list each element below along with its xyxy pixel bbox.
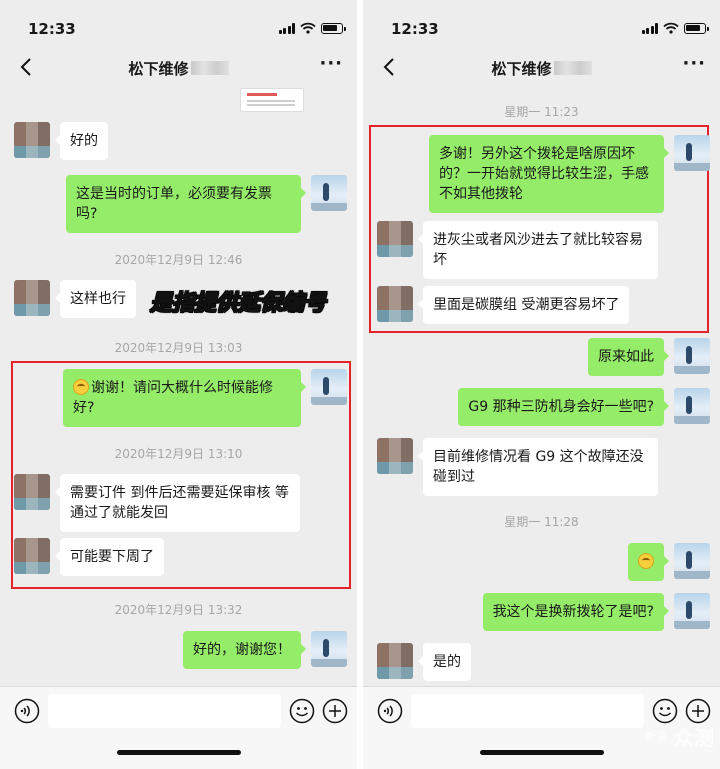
- emoji-icon[interactable]: [289, 698, 315, 724]
- message-self: 我这个是换新拨轮了是吧?: [482, 593, 710, 631]
- wifi-icon: [663, 22, 679, 34]
- message-bubble[interactable]: [628, 543, 669, 581]
- avatar[interactable]: [311, 369, 347, 405]
- annotation-text: 是指提供延保编号: [149, 291, 327, 317]
- chat-screen-left: 12:33 松下维修 ··· 好的 这是当时的订单，必须要有发票吗? 2020年…: [0, 0, 357, 769]
- message-peer: 进灰尘或者风沙进去了就比较容易坏: [377, 221, 658, 279]
- signal-icon: [278, 22, 295, 34]
- watermark-logo: 新浪: [645, 729, 667, 743]
- message-self: G9 那种三防机身会好一些吧?: [458, 388, 710, 426]
- message-bubble[interactable]: 好的，谢谢您！: [183, 631, 306, 669]
- blurred-name: [553, 61, 592, 75]
- message-peer: 里面是碳膜组 受潮更容易坏了: [377, 286, 630, 324]
- avatar[interactable]: [377, 286, 413, 322]
- message-self: [628, 543, 710, 581]
- smile-emoji-icon: [73, 379, 89, 395]
- chat-title: 松下维修: [0, 58, 357, 79]
- watermark-text: 众测: [674, 726, 714, 750]
- message-bubble[interactable]: 多谢！另外这个拨轮是啥原因坏的？一开始就觉得比较生涩，手感不如其他拨轮: [429, 135, 669, 213]
- message-bubble[interactable]: G9 那种三防机身会好一些吧?: [458, 388, 669, 426]
- watermark: 新浪 众测: [644, 722, 714, 751]
- order-image-thumbnail[interactable]: [240, 88, 304, 112]
- home-indicator: [116, 750, 241, 755]
- avatar[interactable]: [674, 338, 710, 374]
- input-bar: [0, 686, 357, 769]
- message-bubble[interactable]: 我这个是换新拨轮了是吧?: [482, 593, 670, 631]
- message-bubble[interactable]: 谢谢！请问大概什么时候能修好?: [63, 369, 306, 427]
- message-input[interactable]: [48, 694, 281, 728]
- avatar[interactable]: [14, 122, 50, 158]
- status-time: 12:33: [391, 20, 439, 38]
- avatar[interactable]: [14, 280, 50, 316]
- message-peer: 这样也行: [14, 280, 136, 318]
- chat-title: 松下维修: [363, 58, 720, 79]
- message-bubble[interactable]: 原来如此: [588, 338, 669, 376]
- timestamp: 2020年12月9日 13:32: [114, 603, 243, 617]
- message-self: 原来如此: [588, 338, 710, 376]
- avatar[interactable]: [674, 135, 710, 171]
- timestamp: 星期一 11:23: [504, 105, 579, 119]
- message-self: 好的，谢谢您！: [183, 631, 347, 669]
- avatar[interactable]: [14, 538, 50, 574]
- nav-bar: 松下维修 ···: [0, 44, 357, 90]
- voice-icon[interactable]: [377, 698, 403, 724]
- avatar[interactable]: [311, 631, 347, 667]
- status-bar: 12:33: [0, 0, 357, 44]
- message-bubble[interactable]: 是的: [418, 643, 471, 681]
- message-peer: 可能要下周了: [14, 538, 164, 576]
- message-input[interactable]: [411, 694, 644, 728]
- avatar[interactable]: [674, 593, 710, 629]
- blurred-name: [190, 61, 229, 75]
- status-bar: 12:33: [363, 0, 720, 44]
- message-peer: 目前维修情况看 G9 这个故障还没碰到过: [377, 438, 658, 496]
- battery-icon: [684, 22, 709, 34]
- emoji-icon[interactable]: [652, 698, 678, 724]
- message-bubble[interactable]: 这样也行: [55, 280, 136, 318]
- more-icon[interactable]: ···: [319, 55, 343, 73]
- avatar[interactable]: [674, 543, 710, 579]
- message-bubble[interactable]: 需要订件 到件后还需要延保审核 等通过了就能发回: [55, 474, 300, 532]
- avatar[interactable]: [377, 643, 413, 679]
- message-self: 这是当时的订单，必须要有发票吗?: [66, 175, 347, 233]
- avatar[interactable]: [311, 175, 347, 211]
- timestamp: 星期一 11:28: [504, 515, 579, 529]
- message-bubble[interactable]: 目前维修情况看 G9 这个故障还没碰到过: [418, 438, 658, 496]
- status-time: 12:33: [28, 20, 76, 38]
- nav-bar: 松下维修 ···: [363, 44, 720, 90]
- wifi-icon: [300, 22, 316, 34]
- message-bubble[interactable]: 可能要下周了: [55, 538, 164, 576]
- plus-icon[interactable]: [322, 698, 348, 724]
- battery-icon: [321, 22, 346, 34]
- home-indicator: [479, 750, 604, 755]
- timestamp: 2020年12月9日 13:03: [114, 341, 243, 355]
- message-peer: 需要订件 到件后还需要延保审核 等通过了就能发回: [14, 474, 300, 532]
- more-icon[interactable]: ···: [682, 55, 706, 73]
- timestamp: 2020年12月9日 12:46: [114, 253, 243, 267]
- message-self: 谢谢！请问大概什么时候能修好?: [63, 369, 347, 427]
- chat-screen-right: 12:33 松下维修 ··· 星期一 11:23 多谢！另外这个拨轮是啥原因坏的…: [363, 0, 720, 769]
- signal-icon: [641, 22, 658, 34]
- message-bubble[interactable]: 这是当时的订单，必须要有发票吗?: [66, 175, 306, 233]
- message-peer: 是的: [377, 643, 471, 681]
- plus-icon[interactable]: [685, 698, 711, 724]
- message-peer: 好的: [14, 122, 108, 160]
- avatar[interactable]: [377, 438, 413, 474]
- avatar[interactable]: [14, 474, 50, 510]
- voice-icon[interactable]: [14, 698, 40, 724]
- timestamp: 2020年12月9日 13:10: [114, 447, 243, 461]
- message-bubble[interactable]: 好的: [55, 122, 108, 160]
- avatar[interactable]: [674, 388, 710, 424]
- avatar[interactable]: [377, 221, 413, 257]
- message-bubble[interactable]: 进灰尘或者风沙进去了就比较容易坏: [418, 221, 658, 279]
- smile-emoji-icon: [638, 553, 654, 569]
- message-self: 多谢！另外这个拨轮是啥原因坏的？一开始就觉得比较生涩，手感不如其他拨轮: [429, 135, 710, 213]
- message-bubble[interactable]: 里面是碳膜组 受潮更容易坏了: [417, 286, 630, 324]
